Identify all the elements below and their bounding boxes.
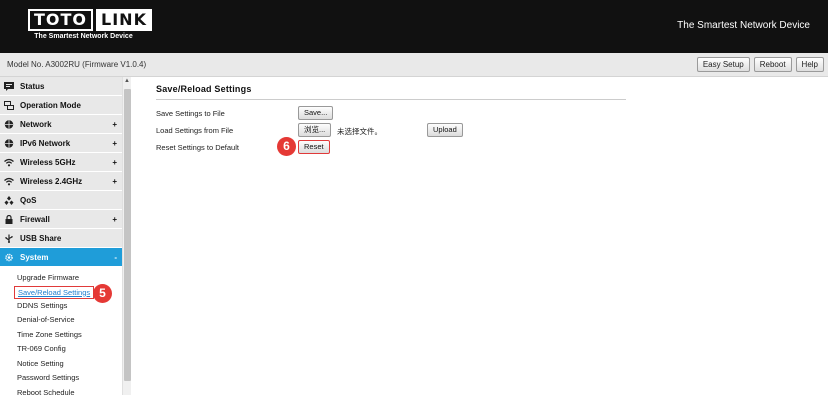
sidebar-item-label: USB Share [20,234,62,243]
easy-setup-button[interactable]: Easy Setup [696,57,750,72]
reset-settings-label: Reset Settings to Default [156,143,239,152]
browse-file-button[interactable]: 浏览... [298,123,332,137]
sidebar-item-operation-mode[interactable]: Operation Mode [0,96,122,115]
expand-plus-icon[interactable]: + [112,210,117,229]
sidebar-item-label: Network [20,120,52,129]
expand-plus-icon[interactable]: + [112,115,117,134]
sidebar-item-label: Wireless 2.4GHz [20,177,83,186]
wifi-icon [4,177,14,186]
operation-mode-icon [4,101,14,110]
lock-icon [5,215,13,224]
step-6-marker: 6 [277,137,296,156]
no-file-selected-text: 未选择文件。 [337,127,382,136]
save-settings-label: Save Settings to File [156,109,225,118]
logo-text-link: LINK [96,9,152,31]
globe-icon [4,139,14,148]
main-content: Save/Reload Settings Save Settings to Fi… [156,77,626,395]
sidebar-item-qos[interactable]: QoS [0,191,122,210]
scrollbar-thumb[interactable] [124,89,131,381]
submenu-item-time-zone-settings[interactable]: Time Zone Settings [0,328,122,343]
page-title: Save/Reload Settings [156,84,252,94]
sidebar-item-wireless-24ghz[interactable]: Wireless 2.4GHz + [0,172,122,191]
load-settings-label: Load Settings from File [156,126,234,135]
sidebar-item-label: QoS [20,196,37,205]
submenu-item-denial-of-service[interactable]: Denial-of-Service [0,313,122,328]
router-admin-page: TOTO LINK The Smartest Network Device Th… [0,0,828,395]
submenu-item-save-reload-settings[interactable]: Save/Reload Settings [14,285,95,299]
logo-text-toto: TOTO [28,9,94,31]
sidebar-item-label: Firewall [20,215,50,224]
submenu-item-notice-setting[interactable]: Notice Setting [0,357,122,372]
save-button[interactable]: Save... [298,106,334,120]
wifi-icon [4,158,14,167]
reset-button[interactable]: Reset [298,140,330,154]
sidebar-item-wireless-5ghz[interactable]: Wireless 5GHz + [0,153,122,172]
sidebar-item-ipv6-network[interactable]: IPv6 Network + [0,134,122,153]
sidebar-menu: Status Operation Mode Network + IPv6 Net… [0,77,122,395]
header: TOTO LINK The Smartest Network Device Th… [0,0,828,53]
sidebar-item-label: IPv6 Network [20,139,71,148]
sidebar-item-label: Wireless 5GHz [20,158,76,167]
expand-plus-icon[interactable]: + [112,153,117,172]
sidebar-item-usb-share[interactable]: USB Share [0,229,122,248]
sidebar-item-label: Status [20,82,45,91]
totolink-logo: TOTO LINK The Smartest Network Device [28,9,152,45]
header-slogan: The Smartest Network Device [677,20,810,31]
top-buttons: Easy Setup Reboot Help [696,57,824,72]
title-divider [156,99,626,100]
submenu-item-reboot-schedule[interactable]: Reboot Schedule [0,386,122,395]
status-icon [4,82,14,91]
sidebar-item-firewall[interactable]: Firewall + [0,210,122,229]
step-5-marker: 5 [93,284,112,303]
logo-tagline: The Smartest Network Device [34,33,133,40]
sidebar-scrollbar[interactable]: ▲ [122,77,131,395]
expand-plus-icon[interactable]: + [112,172,117,191]
globe-icon [4,120,14,129]
gear-icon [5,253,13,262]
submenu-item-password-settings[interactable]: Password Settings [0,371,122,386]
reboot-button[interactable]: Reboot [753,57,792,72]
usb-icon [5,234,13,243]
model-bar: Model No. A3002RU (Firmware V1.0.4) Easy… [0,53,828,77]
sidebar-item-network[interactable]: Network + [0,115,122,134]
scroll-up-arrow-icon[interactable]: ▲ [124,78,130,84]
sidebar-item-label: System [20,253,49,262]
expand-plus-icon[interactable]: + [112,134,117,153]
sidebar-item-system[interactable]: System - [0,248,122,267]
sidebar-item-label: Operation Mode [20,101,81,110]
model-number: Model No. A3002RU (Firmware V1.0.4) [7,60,147,69]
qos-icon [4,196,14,205]
help-button[interactable]: Help [795,57,824,72]
collapse-minus-icon[interactable]: - [114,248,117,267]
upload-button[interactable]: Upload [427,123,463,137]
sidebar-item-status[interactable]: Status [0,77,122,96]
submenu-item-tr069-config[interactable]: TR-069 Config [0,342,122,357]
